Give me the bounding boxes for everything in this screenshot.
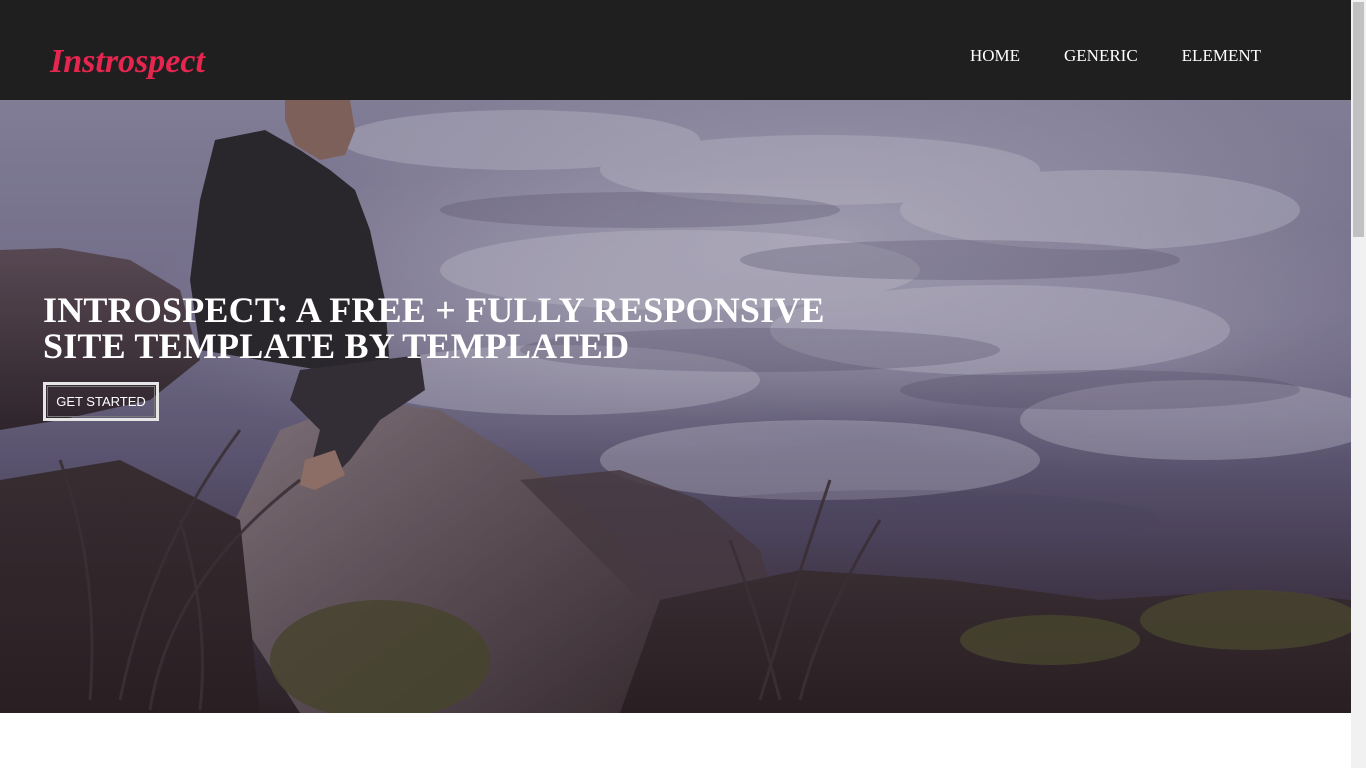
site-logo[interactable]: Instrospect (50, 42, 205, 82)
page: Instrospect HOME GENERIC ELEMENT INTROSP… (0, 0, 1351, 768)
page-scrollbar[interactable] (1351, 0, 1366, 768)
hero-background-image (0, 100, 1351, 713)
hero-banner: INTROSPECT: A FREE + FULLY RESPONSIVE SI… (0, 100, 1351, 713)
nav-element[interactable]: ELEMENT (1182, 46, 1261, 66)
nav-home[interactable]: HOME (970, 46, 1020, 66)
site-header: Instrospect HOME GENERIC ELEMENT (0, 0, 1351, 100)
nav-generic[interactable]: GENERIC (1064, 46, 1138, 66)
banner-title: INTROSPECT: A FREE + FULLY RESPONSIVE SI… (43, 290, 825, 366)
main-nav: HOME GENERIC ELEMENT (970, 46, 1261, 66)
scrollbar-thumb[interactable] (1353, 2, 1364, 237)
get-started-button[interactable]: GET STARTED (43, 382, 159, 421)
